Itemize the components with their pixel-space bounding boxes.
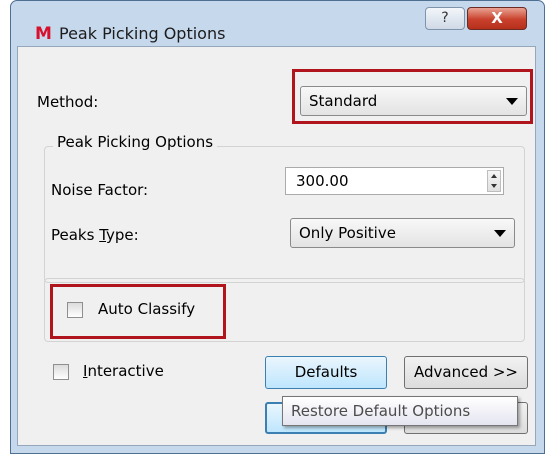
close-button[interactable]: X — [467, 7, 527, 30]
peaks-type-label-prefix: Peaks — [51, 226, 100, 244]
help-button[interactable]: ? — [425, 7, 465, 30]
interactive-checkbox[interactable] — [53, 364, 69, 380]
auto-classify-highlight-box — [50, 284, 226, 339]
defaults-tooltip: Restore Default Options — [282, 396, 518, 426]
chevron-down-icon — [494, 230, 506, 237]
advanced-button[interactable]: Advanced >> — [404, 356, 528, 389]
spin-buttons[interactable] — [487, 170, 501, 192]
peak-picking-group-title: Peak Picking Options — [53, 133, 218, 151]
dialog-client-area: Method: Standard Peak Picking Options No… — [17, 46, 536, 446]
spin-down-icon[interactable] — [491, 184, 497, 188]
peaks-type-select[interactable]: Only Positive — [290, 218, 515, 248]
peaks-type-label: Peaks Type: — [51, 226, 139, 244]
window-title: Peak Picking Options — [59, 24, 226, 43]
peaks-type-label-mnemonic: T — [99, 226, 107, 244]
app-logo-icon: M — [35, 24, 52, 44]
interactive-label[interactable]: Interactive — [83, 362, 164, 380]
noise-factor-spinbox[interactable]: 300.00 — [285, 167, 504, 195]
spin-up-icon[interactable] — [491, 174, 497, 178]
peaks-type-label-suffix: ype: — [106, 226, 139, 244]
title-bar[interactable]: M Peak Picking Options ? X — [11, 1, 544, 47]
method-highlight-box — [292, 69, 533, 124]
noise-factor-label: Noise Factor: — [51, 181, 149, 199]
peaks-type-select-value: Only Positive — [299, 224, 396, 242]
defaults-button[interactable]: Defaults — [265, 356, 387, 389]
method-label: Method: — [37, 93, 99, 111]
noise-factor-value: 300.00 — [296, 172, 349, 190]
interactive-label-rest: nteractive — [87, 362, 164, 380]
